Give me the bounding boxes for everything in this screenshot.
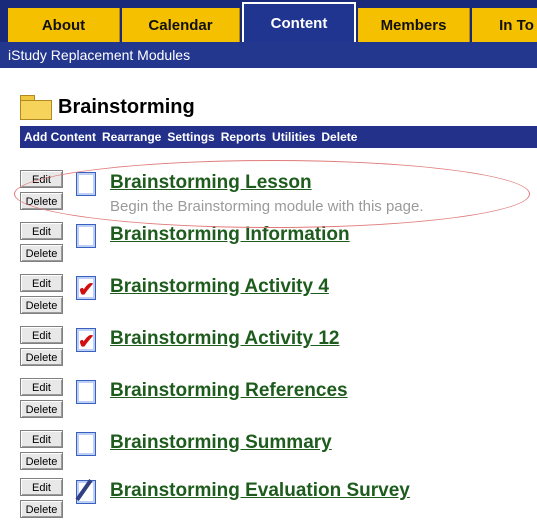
- list-item: Edit Delete ✔ Brainstorming Activity 4: [20, 274, 537, 320]
- delete-button[interactable]: Delete: [20, 348, 63, 366]
- document-icon: [76, 380, 96, 404]
- delete-button[interactable]: Delete: [20, 296, 63, 314]
- tab-content[interactable]: Content: [242, 2, 356, 42]
- list-item: Edit Delete ✔ Brainstorming Activity 12: [20, 326, 537, 372]
- settings-link[interactable]: Settings: [167, 130, 214, 144]
- tab-in-to[interactable]: In To: [472, 8, 537, 42]
- document-icon: [76, 224, 96, 248]
- folder-icon: [20, 95, 52, 120]
- edit-button[interactable]: Edit: [20, 326, 63, 344]
- tab-calendar[interactable]: Calendar: [122, 8, 240, 42]
- folder-title: Brainstorming: [58, 95, 195, 118]
- folder-heading: Brainstorming: [20, 92, 195, 122]
- document-icon: [76, 172, 96, 196]
- item-link[interactable]: Brainstorming Lesson: [110, 172, 312, 194]
- list-item: Edit Delete Brainstorming Lesson Begin t…: [20, 170, 537, 216]
- delete-button[interactable]: Delete: [20, 192, 63, 210]
- list-item: Edit Delete Brainstorming Summary: [20, 430, 537, 476]
- edit-button[interactable]: Edit: [20, 378, 63, 396]
- item-description: Begin the Brainstorming module with this…: [110, 198, 424, 215]
- list-item: Edit Delete Brainstorming Evaluation Sur…: [20, 478, 537, 524]
- utilities-link[interactable]: Utilities: [272, 130, 315, 144]
- delete-button[interactable]: Delete: [20, 452, 63, 470]
- item-link[interactable]: Brainstorming Activity 12: [110, 328, 339, 350]
- reports-link[interactable]: Reports: [221, 130, 266, 144]
- delete-folder-link[interactable]: Delete: [321, 130, 357, 144]
- edit-button[interactable]: Edit: [20, 274, 63, 292]
- delete-button[interactable]: Delete: [20, 500, 63, 518]
- item-link[interactable]: Brainstorming Summary: [110, 432, 332, 454]
- rearrange-link[interactable]: Rearrange: [102, 130, 161, 144]
- item-link[interactable]: Brainstorming Activity 4: [110, 276, 329, 298]
- assignment-check-icon: ✔: [76, 276, 96, 300]
- document-icon: [76, 432, 96, 456]
- list-item: Edit Delete Brainstorming Information: [20, 222, 537, 268]
- delete-button[interactable]: Delete: [20, 244, 63, 262]
- add-content-link[interactable]: Add Content: [24, 130, 96, 144]
- course-subheader: iStudy Replacement Modules: [0, 42, 537, 68]
- edit-button[interactable]: Edit: [20, 222, 63, 240]
- top-tab-bar: About Calendar Content Members In To: [0, 0, 537, 42]
- item-link[interactable]: Brainstorming References: [110, 380, 348, 402]
- survey-pencil-icon: [75, 479, 96, 504]
- edit-button[interactable]: Edit: [20, 170, 63, 188]
- item-link[interactable]: Brainstorming Evaluation Survey: [110, 480, 410, 502]
- folder-action-bar: Add Content Rearrange Settings Reports U…: [20, 126, 537, 148]
- list-item: Edit Delete Brainstorming References: [20, 378, 537, 424]
- edit-button[interactable]: Edit: [20, 478, 63, 496]
- tab-members[interactable]: Members: [358, 8, 470, 42]
- edit-button[interactable]: Edit: [20, 430, 63, 448]
- item-link[interactable]: Brainstorming Information: [110, 224, 350, 246]
- delete-button[interactable]: Delete: [20, 400, 63, 418]
- tab-about[interactable]: About: [8, 8, 120, 42]
- assignment-check-icon: ✔: [76, 328, 96, 352]
